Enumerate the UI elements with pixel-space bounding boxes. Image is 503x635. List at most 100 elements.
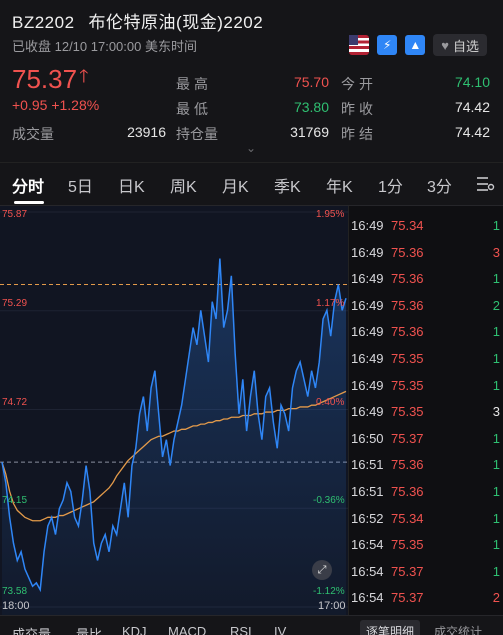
tick-row: 16:54 75.37 2: [349, 584, 503, 610]
tab-quarter-k[interactable]: 季K: [274, 173, 301, 197]
volume-label: 成交量: [12, 126, 54, 142]
y-tick-right-3: -0.36%: [313, 495, 345, 506]
tick-time: 16:54: [351, 537, 384, 553]
tick-time: 16:51: [351, 457, 384, 473]
tick-price: 75.36: [391, 271, 424, 287]
tick-price: 75.37: [391, 563, 424, 579]
tab-rsi[interactable]: RSI: [230, 624, 252, 635]
tick-row: 16:49 75.36 1: [349, 318, 503, 344]
prev-close-label: 昨收: [341, 101, 377, 117]
open-interest-label: 持仓量: [176, 126, 218, 142]
tick-time: 16:49: [351, 297, 384, 313]
tab-macd[interactable]: MACD: [168, 624, 206, 635]
tick-row: 16:49 75.36 2: [349, 292, 503, 318]
tab-volume[interactable]: 成交量: [12, 624, 51, 635]
tab-day-k[interactable]: 日K: [118, 173, 145, 197]
y-tick-left-0: 75.87: [2, 209, 28, 220]
tick-volume: 1: [492, 430, 500, 446]
tick-time: 16:49: [351, 218, 384, 233]
indicator-bar: 成交量 量比 KDJ MACD RSI IV 逐笔明细 成交统计: [0, 615, 503, 635]
tick-price: 75.35: [391, 404, 424, 420]
tick-volume: 1: [492, 537, 500, 553]
us-flag-icon: [349, 35, 370, 55]
watchlist-button[interactable]: ♥ 自选: [433, 34, 487, 56]
lightning-icon[interactable]: ⚡: [377, 35, 398, 55]
tick-time: 16:49: [351, 351, 384, 366]
prev-settle-value: 74.42: [454, 124, 490, 140]
prev-close-value: 74.42: [454, 99, 490, 115]
tab-intraday[interactable]: 分时: [12, 173, 44, 197]
heart-icon: ♥: [441, 37, 449, 53]
volume-value: 23916: [127, 124, 166, 140]
tab-kdj[interactable]: KDJ: [122, 624, 147, 635]
tick-volume: 1: [492, 377, 500, 393]
watchlist-label: 自选: [452, 38, 479, 54]
tick-row: 16:52 75.34 1: [349, 505, 503, 531]
tick-time: 16:54: [351, 563, 384, 579]
tick-volume: 3: [492, 244, 500, 260]
tick-price: 75.36: [391, 457, 424, 473]
low-value: 73.80: [293, 99, 329, 115]
tick-row: 16:51 75.36 1: [349, 451, 503, 477]
open-interest-value: 31769: [290, 124, 329, 140]
y-tick-right-0: 1.95%: [316, 209, 345, 220]
change-percent: +1.28%: [51, 97, 100, 113]
tab-volume-ratio[interactable]: 量比: [76, 624, 102, 635]
high-label: 最高: [176, 76, 212, 92]
settings-menu-icon[interactable]: [475, 174, 495, 194]
y-tick-left-2: 74.72: [2, 397, 28, 408]
y-tick-left-4: 73.58: [2, 586, 28, 597]
tick-row: 16:54 75.35 1: [349, 531, 503, 557]
tick-volume: 1: [492, 271, 500, 287]
tick-price: 75.36: [391, 324, 424, 340]
tab-year-k[interactable]: 年K: [326, 173, 353, 197]
tick-time: 16:51: [351, 484, 384, 499]
tick-row: 16:54 75.37 1: [349, 558, 503, 584]
x-label-end: 17:00: [318, 600, 346, 612]
prev-settle-label: 昨结: [341, 126, 377, 142]
fullscreen-icon[interactable]: ⤢: [312, 560, 332, 580]
tab-trade-stats[interactable]: 成交统计: [428, 620, 488, 635]
tick-time: 16:52: [351, 510, 384, 526]
tab-5day[interactable]: 5日: [68, 173, 93, 197]
instrument-code: BZ2202: [12, 13, 75, 32]
instrument-name: 布伦特原油(现金)2202: [88, 13, 264, 32]
intraday-chart[interactable]: [0, 206, 348, 615]
y-tick-right-2: 0.40%: [316, 397, 345, 408]
tick-list[interactable]: 16:49 75.34 1 16:49 75.36 3 16:49 75.36 1 16:49 75…: [348, 206, 503, 615]
tick-price: 75.36: [391, 244, 424, 260]
tick-price: 75.35: [391, 377, 424, 393]
tick-price: 75.36: [391, 297, 424, 313]
tick-row: 16:50 75.37 1: [349, 425, 503, 451]
tick-price: 75.34: [391, 510, 424, 526]
high-value: 75.70: [293, 74, 329, 90]
tick-volume: 2: [492, 297, 500, 313]
tick-volume: 1: [492, 351, 500, 366]
tab-tick-details[interactable]: 逐笔明细: [360, 620, 421, 635]
tab-1min[interactable]: 1分: [378, 173, 403, 197]
tick-row: 16:49 75.35 1: [349, 345, 503, 371]
tick-volume: 2: [492, 590, 500, 606]
tab-week-k[interactable]: 周K: [170, 173, 197, 197]
instrument-title: BZ2202 布伦特原油(现金)2202: [12, 8, 263, 33]
tick-time: 16:49: [351, 244, 384, 260]
y-tick-left-1: 75.29: [2, 298, 28, 309]
header-icons: ⚡ ▲ ♥ 自选: [349, 34, 487, 56]
last-price: 75.37 🡑: [12, 64, 88, 95]
chevron-down-icon[interactable]: ⌄: [246, 141, 256, 155]
tick-time: 16:49: [351, 404, 384, 420]
tab-iv[interactable]: IV: [274, 624, 286, 635]
tick-price: 75.37: [391, 430, 424, 446]
tick-row: 16:51 75.36 1: [349, 478, 503, 504]
tick-volume: 1: [492, 324, 500, 340]
tick-price: 75.36: [391, 484, 424, 499]
tick-time: 16:54: [351, 590, 384, 606]
tab-month-k[interactable]: 月K: [222, 173, 249, 197]
tick-price: 75.35: [391, 537, 424, 553]
triangle-icon[interactable]: ▲: [405, 35, 426, 55]
tab-3min[interactable]: 3分: [427, 173, 452, 197]
tick-volume: 1: [492, 484, 500, 499]
tick-row: 16:49 75.35 3: [349, 398, 503, 424]
tick-row: 16:49 75.36 1: [349, 265, 503, 291]
y-tick-left-3: 74.15: [2, 495, 28, 506]
